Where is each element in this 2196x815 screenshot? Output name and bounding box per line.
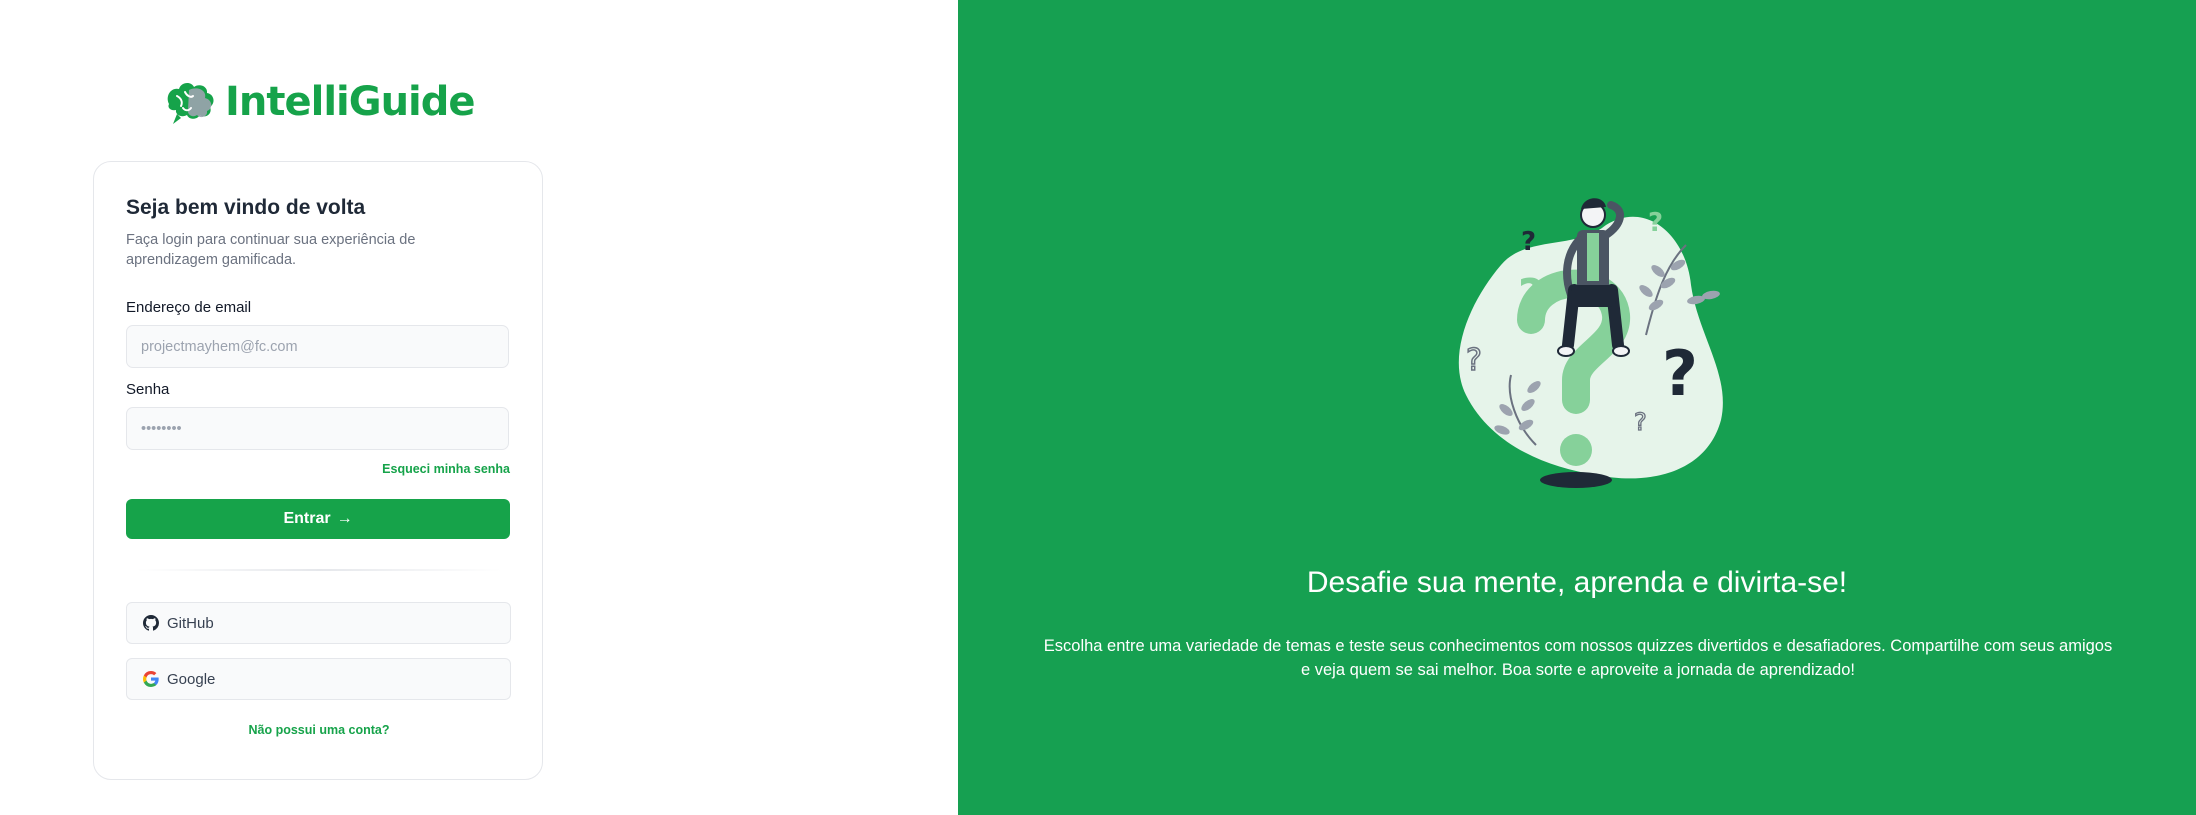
signup-link[interactable]: Não possui uma conta? <box>94 723 544 737</box>
github-icon <box>143 615 159 631</box>
hero-panel: ? ? ? ? ? ? Desafie sua mente, aprenda e… <box>958 0 2196 815</box>
brain-icon <box>167 83 214 124</box>
login-panel: IntelliGuide Seja bem vindo de volta Faç… <box>0 0 958 815</box>
svg-text:?: ? <box>1466 343 1482 378</box>
password-field[interactable] <box>126 407 509 450</box>
github-label: GitHub <box>167 614 214 632</box>
hero-headline: Desafie sua mente, aprenda e divirta-se! <box>1306 566 1848 599</box>
login-subtitle: Faça login para continuar sua experiênci… <box>126 232 416 268</box>
github-login-button[interactable]: GitHub <box>126 602 511 644</box>
password-label: Senha <box>126 381 170 398</box>
hero-description: Escolha entre uma variedade de temas e t… <box>1043 637 2113 679</box>
email-label: Endereço de email <box>126 299 252 316</box>
svg-text:?: ? <box>1648 208 1663 238</box>
forgot-password-link[interactable]: Esqueci minha senha <box>382 462 510 476</box>
brand-name: IntelliGuide <box>225 79 476 125</box>
submit-label: Entrar <box>283 510 331 527</box>
email-field[interactable] <box>126 325 509 368</box>
person-on-question-mark-illustration: ? ? ? ? ? ? <box>1458 198 1723 488</box>
svg-text:?: ? <box>1521 227 1536 257</box>
login-card: Seja bem vindo de volta Faça login para … <box>93 161 543 780</box>
arrow-right-icon: → <box>336 510 353 527</box>
google-label: Google <box>167 670 216 688</box>
divider <box>136 569 502 571</box>
svg-text:?: ? <box>1634 408 1647 436</box>
brand-logo[interactable]: IntelliGuide <box>163 78 476 126</box>
login-title: Seja bem vindo de volta <box>126 196 366 219</box>
svg-text:?: ? <box>1662 337 1698 410</box>
google-login-button[interactable]: Google <box>126 658 511 700</box>
svg-text:?: ? <box>1518 270 1544 321</box>
google-icon <box>143 671 159 687</box>
submit-button[interactable]: Entrar → <box>126 499 510 539</box>
